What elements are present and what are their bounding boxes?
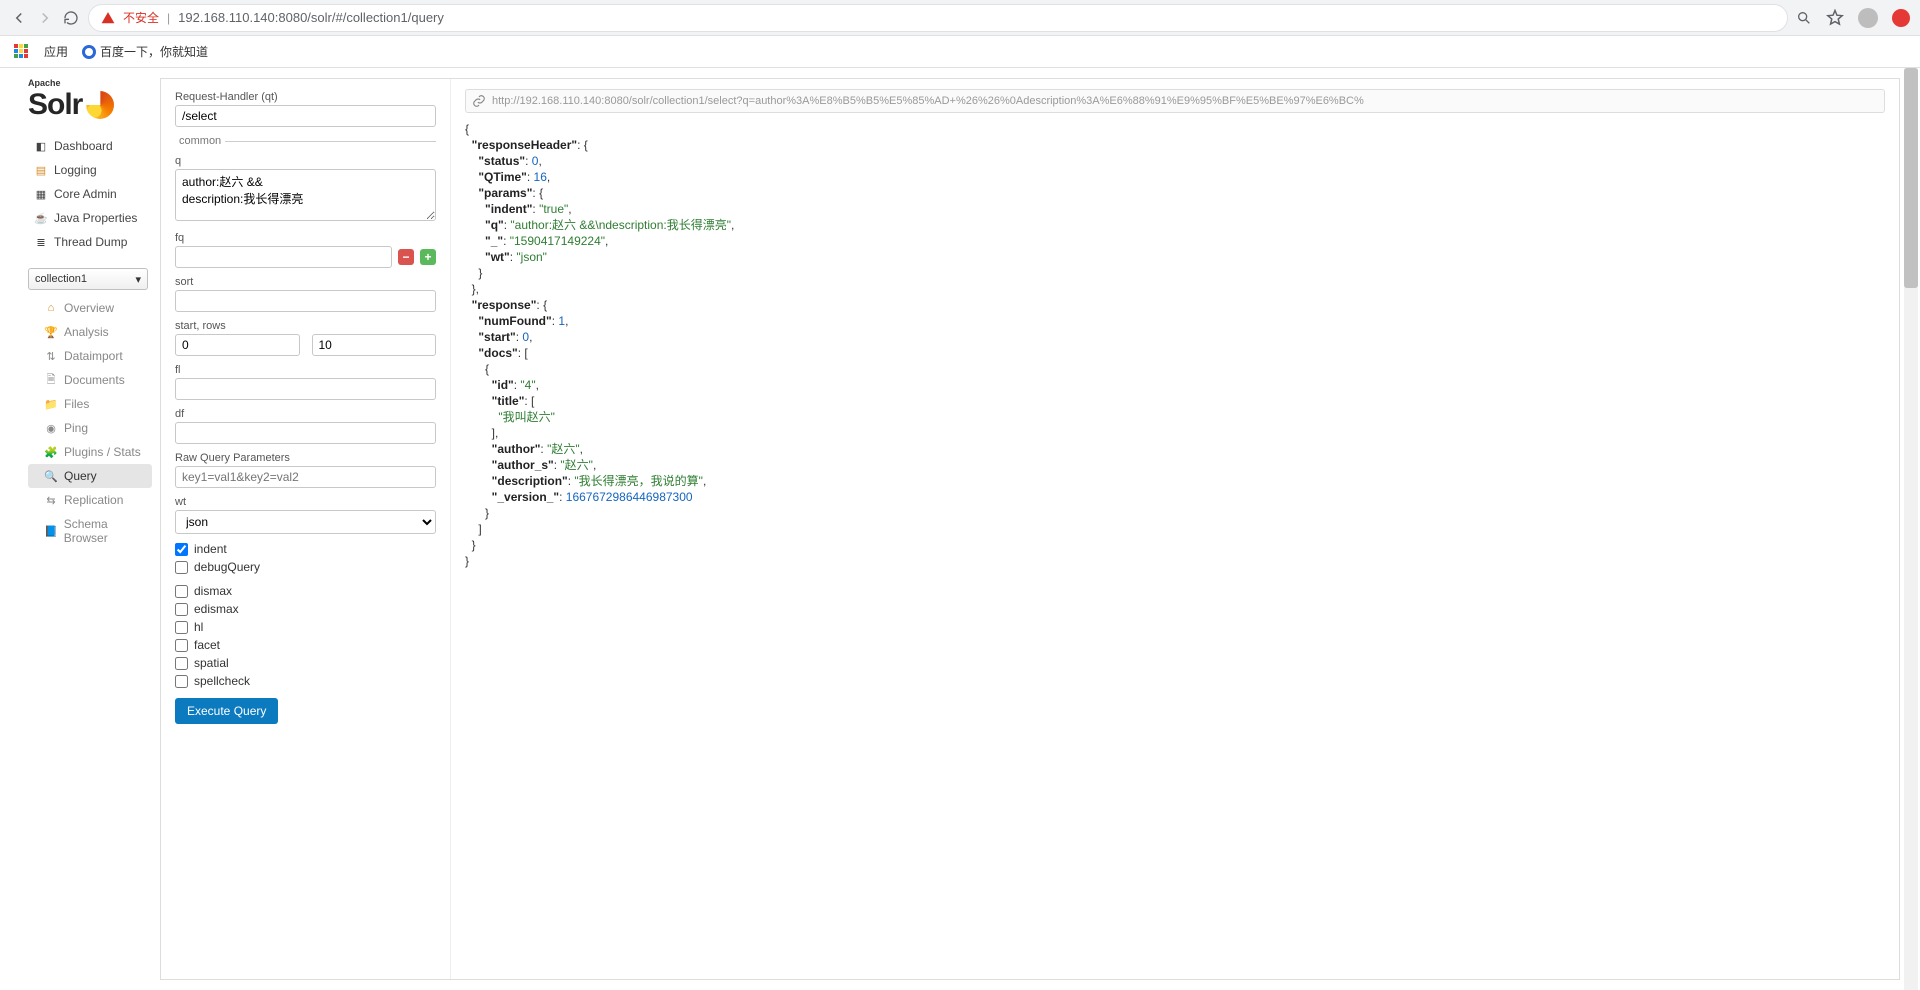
plugins-icon: 🧩 <box>44 445 58 459</box>
sort-label: sort <box>175 276 436 288</box>
result-url-text: http://192.168.110.140:8080/solr/collect… <box>492 95 1364 107</box>
dashboard-icon: ◧ <box>34 139 48 153</box>
avatar-icon[interactable] <box>1858 8 1878 28</box>
fq-add-icon[interactable]: + <box>420 249 436 265</box>
fq-remove-icon[interactable]: − <box>398 249 414 265</box>
spellcheck-checkbox[interactable]: spellcheck <box>175 674 436 688</box>
apps-icon[interactable] <box>14 44 30 60</box>
facet-checkbox[interactable]: facet <box>175 638 436 652</box>
sidebar-item-query[interactable]: 🔍Query <box>28 464 152 488</box>
startrows-label: start, rows <box>175 320 436 332</box>
dismax-checkbox[interactable]: dismax <box>175 584 436 598</box>
reload-icon[interactable] <box>62 9 80 27</box>
solr-logo: Apache Solr <box>28 78 138 122</box>
sidebar-item-dataimport[interactable]: ⇅Dataimport <box>28 344 152 368</box>
edismax-checkbox[interactable]: edismax <box>175 602 436 616</box>
schema-icon: 📘 <box>44 524 58 538</box>
dataimport-icon: ⇅ <box>44 349 58 363</box>
sidebar-item-files[interactable]: 📁Files <box>28 392 152 416</box>
df-label: df <box>175 408 436 420</box>
thread-dump-icon: ≣ <box>34 235 48 249</box>
url-text: 192.168.110.140:8080/solr/#/collection1/… <box>178 10 444 25</box>
back-icon[interactable] <box>10 9 28 27</box>
extension-icon[interactable] <box>1892 9 1910 27</box>
wt-label: wt <box>175 496 436 508</box>
rows-input[interactable] <box>312 334 437 356</box>
documents-icon: 🗎 <box>44 373 58 387</box>
execute-query-button[interactable]: Execute Query <box>175 698 278 724</box>
replication-icon: ⇆ <box>44 493 58 507</box>
insecure-label: 不安全 <box>123 9 159 26</box>
sidebar-item-schema[interactable]: 📘Schema Browser <box>28 512 152 550</box>
result-url-bar[interactable]: http://192.168.110.140:8080/solr/collect… <box>465 89 1885 113</box>
browser-toolbar: 不安全 | 192.168.110.140:8080/solr/#/collec… <box>0 0 1920 36</box>
overview-icon: ⌂ <box>44 301 58 315</box>
fl-input[interactable] <box>175 378 436 400</box>
ping-icon: ◉ <box>44 421 58 435</box>
page-scrollbar[interactable] <box>1904 68 1918 990</box>
java-props-icon: ☕ <box>34 211 48 225</box>
raw-input[interactable] <box>175 466 436 488</box>
wt-select[interactable]: json <box>175 510 436 534</box>
analysis-icon: 🏆 <box>44 325 58 339</box>
fl-label: fl <box>175 364 436 376</box>
query-form: Request-Handler (qt) common q author:赵六 … <box>161 79 451 979</box>
sidebar-item-plugins[interactable]: 🧩Plugins / Stats <box>28 440 152 464</box>
bookmark-baidu[interactable]: 百度一下，你就知道 <box>82 43 208 60</box>
result-panel: http://192.168.110.140:8080/solr/collect… <box>451 79 1899 979</box>
sun-icon <box>86 91 114 119</box>
raw-label: Raw Query Parameters <box>175 452 436 464</box>
df-input[interactable] <box>175 422 436 444</box>
fq-label: fq <box>175 232 436 244</box>
sidebar-item-replication[interactable]: ⇆Replication <box>28 488 152 512</box>
chevron-down-icon: ▾ <box>135 273 141 286</box>
qt-label: Request-Handler (qt) <box>175 91 436 103</box>
start-input[interactable] <box>175 334 300 356</box>
bookmarks-bar: 应用 百度一下，你就知道 <box>0 36 1920 68</box>
sort-input[interactable] <box>175 290 436 312</box>
apps-label[interactable]: 应用 <box>44 43 68 60</box>
link-icon <box>472 94 486 108</box>
star-icon[interactable] <box>1826 9 1844 27</box>
fq-input[interactable] <box>175 246 392 268</box>
spatial-checkbox[interactable]: spatial <box>175 656 436 670</box>
core-selector[interactable]: collection1 ▾ <box>28 268 148 290</box>
sidebar-item-java-props[interactable]: ☕Java Properties <box>28 206 152 230</box>
files-icon: 📁 <box>44 397 58 411</box>
warning-icon <box>101 11 115 25</box>
sidebar-item-overview[interactable]: ⌂Overview <box>28 296 152 320</box>
json-response: { "responseHeader": { "status": 0, "QTim… <box>465 121 1885 569</box>
sidebar-item-analysis[interactable]: 🏆Analysis <box>28 320 152 344</box>
logging-icon: ▤ <box>34 163 48 177</box>
forward-icon[interactable] <box>36 9 54 27</box>
sidebar-item-logging[interactable]: ▤Logging <box>28 158 152 182</box>
sidebar: Apache Solr ◧Dashboard ▤Logging ▦Core Ad… <box>0 68 160 990</box>
q-input[interactable]: author:赵六 && description:我长得漂亮 <box>175 169 436 221</box>
sidebar-item-documents[interactable]: 🗎Documents <box>28 368 152 392</box>
address-bar[interactable]: 不安全 | 192.168.110.140:8080/solr/#/collec… <box>88 4 1788 32</box>
debugquery-checkbox[interactable]: debugQuery <box>175 560 436 574</box>
zoom-icon[interactable] <box>1796 10 1812 26</box>
indent-checkbox[interactable]: indent <box>175 542 436 556</box>
qt-input[interactable] <box>175 105 436 127</box>
hl-checkbox[interactable]: hl <box>175 620 436 634</box>
common-legend: common <box>175 135 225 147</box>
q-label: q <box>175 155 436 167</box>
sidebar-item-dashboard[interactable]: ◧Dashboard <box>28 134 152 158</box>
sidebar-item-core-admin[interactable]: ▦Core Admin <box>28 182 152 206</box>
baidu-icon <box>82 45 96 59</box>
sidebar-item-ping[interactable]: ◉Ping <box>28 416 152 440</box>
sidebar-item-thread-dump[interactable]: ≣Thread Dump <box>28 230 152 254</box>
query-icon: 🔍 <box>44 469 58 483</box>
core-admin-icon: ▦ <box>34 187 48 201</box>
main-panel: Request-Handler (qt) common q author:赵六 … <box>160 78 1900 980</box>
